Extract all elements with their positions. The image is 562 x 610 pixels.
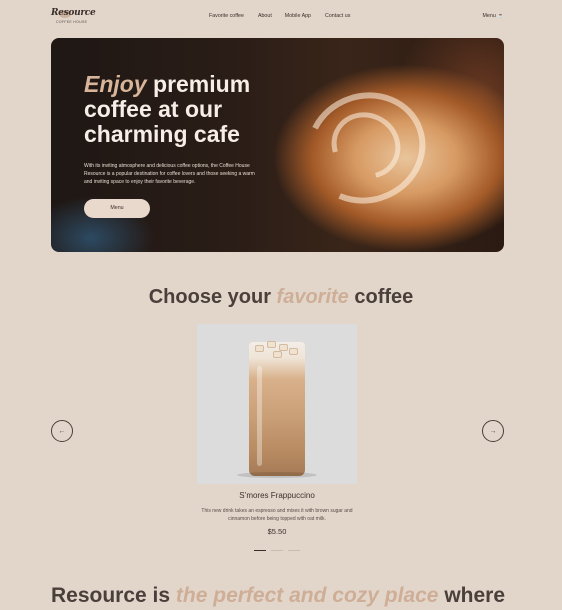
hero-description: With its inviting atmosphere and delicio… — [84, 163, 255, 185]
about-title-emphasis: the perfect and cozy place — [175, 584, 439, 607]
about-title-post: where — [444, 584, 506, 607]
arrow-right-icon: → — [489, 427, 497, 435]
favorites-title-post: coffee — [354, 286, 414, 308]
iced-drink-glass — [249, 341, 305, 476]
favorites-title-pre: Choose your — [148, 286, 271, 308]
hero-title-emphasis: Enjoy — [84, 71, 147, 97]
hero-menu-button[interactable]: Menu — [84, 199, 150, 218]
coffee-name: S’mores Frappuccino — [239, 491, 315, 500]
coffee-product-image[interactable] — [197, 324, 357, 484]
nav-link-favorite-coffee[interactable]: Favorite coffee — [209, 13, 244, 19]
logo[interactable]: Resource COFFEE HOUSE — [51, 7, 96, 25]
favorites-title: Choose your favorite coffee — [0, 286, 562, 309]
nav-link-about[interactable]: About — [258, 13, 272, 19]
carousel-indicator-3[interactable] — [288, 550, 300, 551]
arrow-left-icon: ← — [58, 427, 66, 435]
hero-title-line3: charming cafe — [84, 121, 240, 147]
carousel-prev-button[interactable]: ← — [51, 420, 73, 442]
header: Resource COFFEE HOUSE Favorite coffee Ab… — [51, 5, 504, 27]
hero-title-rest: premium — [153, 71, 251, 97]
about-title: Resource is the perfect and cozy place w… — [51, 584, 505, 608]
nav-link-contact-us[interactable]: Contact us — [325, 13, 350, 19]
hero-banner: Enjoy premium coffee at our charming caf… — [51, 38, 504, 252]
carousel-indicator-2[interactable] — [271, 550, 283, 551]
logo-subtitle: COFFEE HOUSE — [56, 20, 88, 24]
nav-menu-label: Menu — [482, 13, 496, 19]
carousel-indicators — [254, 550, 300, 551]
hero-title: Enjoy premium coffee at our charming caf… — [84, 72, 250, 147]
nav-links: Favorite coffee About Mobile App Contact… — [209, 13, 350, 19]
coffee-description: This new drink takes an espresso and mix… — [201, 508, 353, 522]
carousel-indicator-1[interactable] — [254, 550, 266, 551]
hero-title-line2: coffee at our — [84, 96, 223, 122]
about-title-pre: Resource is — [51, 584, 171, 607]
coffee-price: $5.50 — [267, 527, 287, 536]
favorites-title-emphasis: favorite — [276, 286, 349, 308]
logo-text: Resource — [51, 8, 96, 18]
carousel-next-button[interactable]: → — [482, 420, 504, 442]
coffee-cup-icon: ☕ — [497, 13, 504, 19]
nav-menu-button[interactable]: Menu ☕ — [483, 13, 504, 19]
nav-link-mobile-app[interactable]: Mobile App — [285, 13, 311, 19]
